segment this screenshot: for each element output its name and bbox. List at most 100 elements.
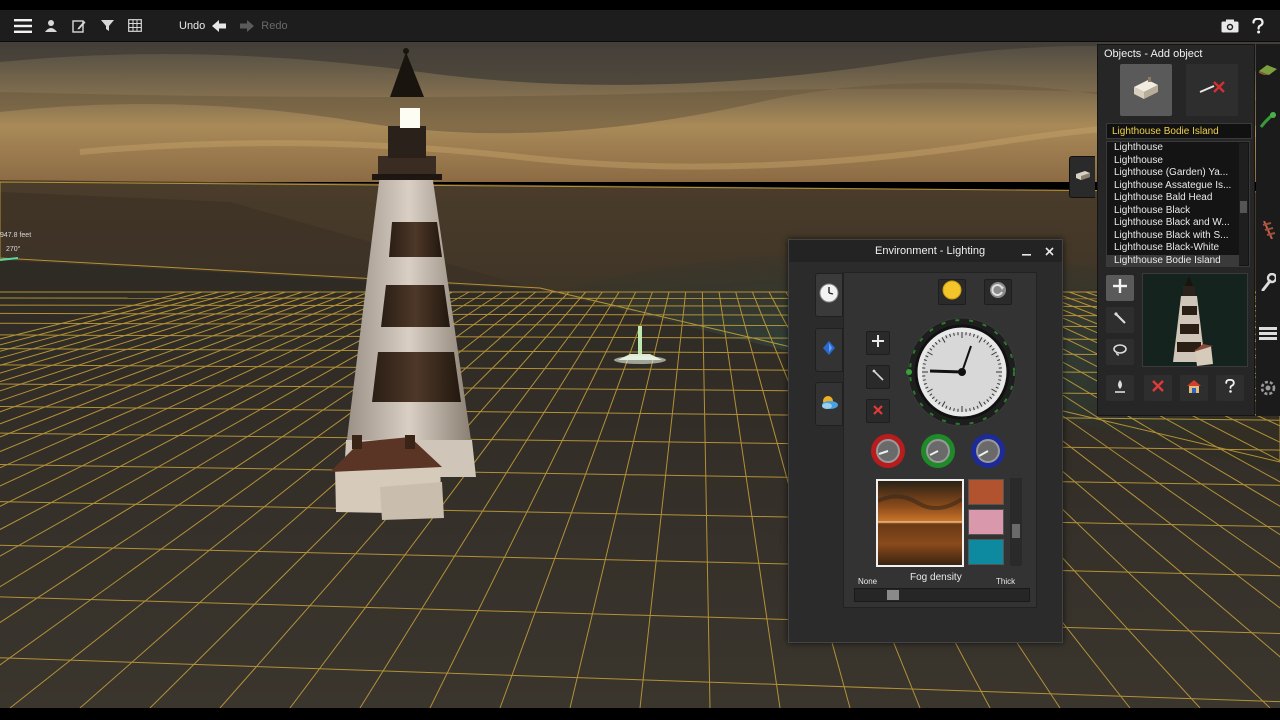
weather-tab[interactable] [815,382,843,426]
terrain-category-button[interactable] [1256,50,1280,90]
sky-texture-thumbnail[interactable] [876,479,964,567]
place-object-button[interactable] [1106,375,1134,401]
sun-icon [942,280,962,305]
help-icon[interactable] [1244,12,1272,40]
redo-button[interactable]: Redo [261,20,287,32]
plus-icon [872,334,884,352]
menu-icon[interactable] [9,12,37,40]
swatch-scrollbar[interactable] [1010,478,1022,566]
add-object-button[interactable] [1106,275,1134,301]
distance-readout: 947.8 feet [0,232,32,239]
lasso-select-button[interactable] [1106,339,1134,365]
list-item[interactable]: Lighthouse Black [1107,205,1239,218]
scroll-thumb[interactable] [1012,524,1020,538]
water-tab[interactable] [815,328,843,372]
environment-lighting-dialog: Environment - Lighting None Fog density … [788,239,1063,643]
object-sofa-icon [1075,168,1091,186]
plant-icon [1259,111,1277,134]
list-item-selected[interactable]: Lighthouse Bodie Island [1107,254,1239,266]
letterbox-bottom [0,708,1280,720]
tools-category-button[interactable] [1256,264,1280,304]
minimize-icon [1021,244,1031,259]
clock-icon [819,283,839,308]
filter-icon[interactable] [93,12,121,40]
viewport-3d[interactable] [0,42,1280,708]
object-list[interactable]: Lighthouse Lighthouse Lighthouse (Garden… [1106,141,1250,267]
move-object-button[interactable] [1106,307,1134,333]
add-object-mode-button[interactable] [1120,64,1172,116]
list-item[interactable]: Lighthouse Black-White [1107,242,1239,255]
edit-icon[interactable] [65,12,93,40]
clock-tick [953,408,955,412]
main-toolbar: Undo Redo [0,10,1280,42]
minimize-button[interactable] [1017,242,1035,260]
clock-tick [969,408,971,412]
wand-icon [1113,311,1127,330]
list-item[interactable]: Lighthouse (Garden) Ya... [1107,167,1239,180]
sky-color-swatch-2[interactable] [968,509,1004,535]
wrench-icon [1260,272,1278,296]
sun-cloud-icon [819,394,839,415]
undo-arrow-icon[interactable] [205,12,233,40]
sun-color-button[interactable] [938,279,966,305]
layers-category-button[interactable] [1256,316,1280,356]
object-help-button[interactable] [1216,375,1244,401]
clock-tick [969,332,971,336]
undo-button[interactable]: Undo [179,20,205,32]
plus-icon [1113,278,1127,298]
settings-category-button[interactable] [1256,370,1280,410]
sky-color-swatch-1[interactable] [968,479,1004,505]
rails-icon [1261,220,1276,244]
fog-min-label: None [858,577,878,586]
close-red-icon [873,402,883,420]
plants-category-button[interactable] [1256,102,1280,142]
time-tab[interactable] [815,273,843,317]
clock-tick [922,379,926,381]
grid-icon[interactable] [121,12,149,40]
close-icon [1044,244,1054,259]
fog-slider-thumb[interactable] [887,590,899,600]
wand-icon [872,368,884,386]
track-category-button[interactable] [1256,212,1280,252]
objects-panel-tab[interactable] [1069,156,1095,198]
red-light-dial[interactable] [870,433,906,469]
letterbox-top [0,0,1280,10]
delete-keyframe-button[interactable] [866,399,890,423]
time-of-day-dial[interactable] [906,316,1018,428]
redo-arrow-icon[interactable] [233,12,261,40]
fog-density-slider[interactable] [854,588,1030,602]
camera-icon[interactable] [1216,12,1244,40]
person-icon[interactable] [37,12,65,40]
colored-house-icon [1186,378,1202,399]
object-list-scrollbar[interactable] [1239,143,1248,265]
edit-keyframe-button[interactable] [866,365,890,389]
list-item[interactable]: Lighthouse Black and W... [1107,217,1239,230]
list-item[interactable]: Lighthouse Black with S... [1107,230,1239,243]
list-item[interactable]: Lighthouse [1107,142,1239,155]
clock-tick [922,363,926,365]
category-strip [1256,44,1280,416]
drop-pin-icon [1113,379,1127,398]
sky-color-swatch-3[interactable] [968,539,1004,565]
delete-object-button[interactable] [1144,375,1172,401]
edit-object-mode-button[interactable] [1186,64,1238,116]
close-button[interactable] [1040,242,1058,260]
clock-tick [998,379,1002,381]
add-keyframe-button[interactable] [866,331,890,355]
fog-density-label: Fog density [910,572,962,583]
lasso-icon [1113,343,1127,361]
question-icon [1225,378,1235,398]
object-properties-button[interactable] [1180,375,1208,401]
lighting-controls: None Fog density Thick [843,272,1037,608]
terrain-icon [1259,61,1277,80]
list-item[interactable]: Lighthouse [1107,155,1239,168]
list-item[interactable]: Lighthouse Bald Head [1107,192,1239,205]
list-item[interactable]: Lighthouse Assategue Is... [1107,180,1239,193]
heading-readout: 270° [6,246,21,253]
selected-object-field[interactable]: Lighthouse Bodie Island [1106,123,1252,139]
objects-panel: Objects - Add object Lighthouse Bodie Is… [1097,44,1255,416]
scroll-thumb[interactable] [1240,201,1247,213]
blue-light-dial[interactable] [970,433,1006,469]
green-light-dial[interactable] [920,433,956,469]
reset-time-button[interactable] [984,279,1012,305]
